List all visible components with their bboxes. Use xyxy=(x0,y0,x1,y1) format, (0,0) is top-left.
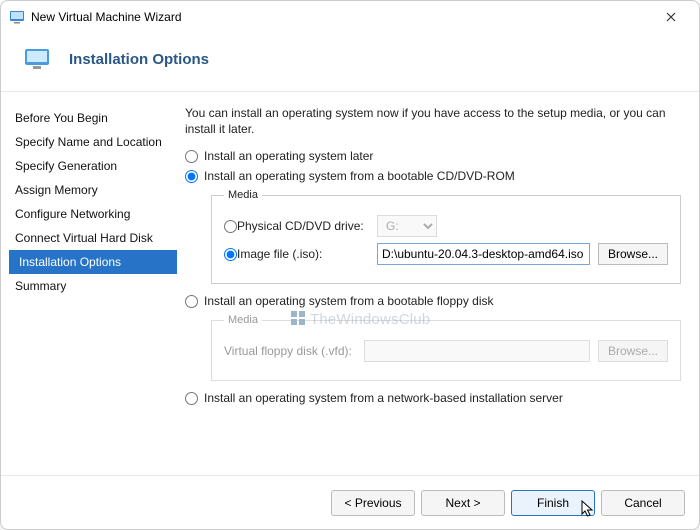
media-legend: Media xyxy=(224,189,262,201)
floppy-group: Media Virtual floppy disk (.vfd): Browse… xyxy=(211,314,681,381)
input-image-path[interactable] xyxy=(377,243,590,265)
radio-image-file[interactable] xyxy=(224,248,237,261)
sidebar-item-summary[interactable]: Summary xyxy=(15,274,177,298)
radio-physical-drive[interactable] xyxy=(224,220,237,233)
finish-button[interactable]: Finish xyxy=(511,490,595,516)
radio-install-cd[interactable] xyxy=(185,170,198,183)
sidebar-item-connect-vhd[interactable]: Connect Virtual Hard Disk xyxy=(15,226,177,250)
label-physical-drive: Physical CD/DVD drive: xyxy=(237,219,377,233)
input-floppy-path xyxy=(364,340,590,362)
radio-install-network[interactable] xyxy=(185,392,198,405)
label-image-file: Image file (.iso): xyxy=(237,247,377,261)
intro-text: You can install an operating system now … xyxy=(185,106,681,137)
select-drive[interactable]: G: xyxy=(377,215,437,237)
cancel-button[interactable]: Cancel xyxy=(601,490,685,516)
browse-iso-button[interactable]: Browse... xyxy=(598,243,668,265)
label-install-cd: Install an operating system from a boota… xyxy=(204,169,515,183)
window-title: New Virtual Machine Wizard xyxy=(31,10,651,24)
monitor-icon xyxy=(23,45,51,73)
sidebar-item-installation-options[interactable]: Installation Options xyxy=(9,250,177,274)
label-install-network: Install an operating system from a netwo… xyxy=(204,391,563,405)
label-floppy: Virtual floppy disk (.vfd): xyxy=(224,344,364,358)
label-install-floppy: Install an operating system from a boota… xyxy=(204,294,494,308)
next-button[interactable]: Next > xyxy=(421,490,505,516)
close-button[interactable] xyxy=(651,3,691,31)
label-install-later: Install an operating system later xyxy=(204,149,373,163)
wizard-content: You can install an operating system now … xyxy=(177,92,699,475)
sidebar-item-assign-memory[interactable]: Assign Memory xyxy=(15,178,177,202)
titlebar: New Virtual Machine Wizard xyxy=(1,1,699,33)
sidebar-item-configure-networking[interactable]: Configure Networking xyxy=(15,202,177,226)
previous-button[interactable]: < Previous xyxy=(331,490,415,516)
radio-install-later[interactable] xyxy=(185,150,198,163)
app-icon xyxy=(9,9,25,25)
browse-floppy-button: Browse... xyxy=(598,340,668,362)
radio-install-floppy[interactable] xyxy=(185,295,198,308)
wizard-window: New Virtual Machine Wizard Installation … xyxy=(0,0,700,530)
page-title: Installation Options xyxy=(69,51,209,68)
floppy-legend: Media xyxy=(224,314,262,326)
sidebar-item-specify-name[interactable]: Specify Name and Location xyxy=(15,130,177,154)
sidebar-item-specify-generation[interactable]: Specify Generation xyxy=(15,154,177,178)
wizard-header: Installation Options xyxy=(1,33,699,92)
wizard-footer: < Previous Next > Finish Cancel xyxy=(1,475,699,529)
media-group: Media Physical CD/DVD drive: G: Image fi… xyxy=(211,189,681,284)
wizard-steps-sidebar: Before You Begin Specify Name and Locati… xyxy=(1,92,177,475)
sidebar-item-before-you-begin[interactable]: Before You Begin xyxy=(15,106,177,130)
